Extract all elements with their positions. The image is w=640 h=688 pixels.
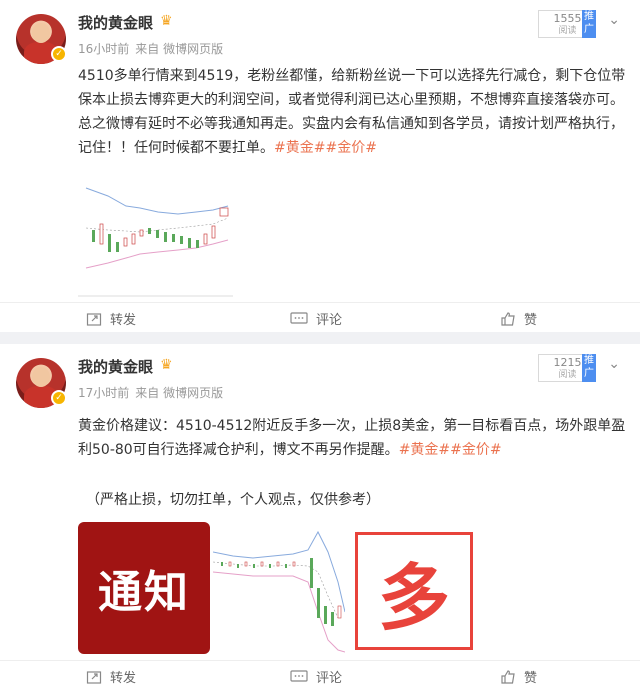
- post-text: 黄金价格建议：4510-4512附近反手多一次，止损8美金，第一目标看百点，场外…: [78, 414, 630, 462]
- chart-image[interactable]: [78, 168, 233, 300]
- notice-image[interactable]: 通知: [78, 522, 210, 654]
- like-label: 赞: [524, 671, 538, 686]
- comment-button[interactable]: 评论: [290, 667, 342, 686]
- topic-link[interactable]: #黄金##金价#: [274, 140, 377, 156]
- post-card-1: ✓ 我的黄金眼 ♛ 16小时前 来自 微博网页版 1555 阅读 推广 ⌄ 451…: [0, 0, 640, 332]
- verified-badge-icon: ✓: [51, 46, 67, 62]
- comment-icon: [290, 669, 308, 682]
- post-body: 黄金价格建议：4510-4512附近反手多一次，止损8美金，第一目标看百点，场外…: [78, 418, 626, 458]
- topic-link[interactable]: #黄金##金价#: [399, 442, 502, 458]
- repost-button[interactable]: 转发: [86, 667, 136, 686]
- crown-icon: ♛: [160, 357, 173, 373]
- chevron-down-icon[interactable]: ⌄: [608, 356, 620, 372]
- post-source: 来自 微博网页版: [135, 386, 224, 400]
- comment-button[interactable]: 评论: [290, 309, 342, 328]
- like-label: 赞: [524, 313, 538, 328]
- comment-label: 评论: [316, 313, 343, 328]
- post-note: （严格止损，切勿扛单，个人观点，仅供参考）: [86, 492, 380, 508]
- post-meta: 16小时前 来自 微博网页版: [78, 40, 229, 57]
- post-source: 来自 微博网页版: [135, 42, 224, 56]
- thumbs-up-icon: [501, 311, 515, 326]
- duo-image[interactable]: 多: [355, 532, 473, 650]
- comment-label: 评论: [316, 671, 343, 686]
- username[interactable]: 我的黄金眼: [78, 356, 153, 377]
- crown-icon: ♛: [160, 13, 173, 29]
- repost-button[interactable]: 转发: [86, 309, 136, 328]
- chart-image[interactable]: [213, 522, 345, 654]
- comment-icon: [290, 311, 308, 324]
- repost-icon: [86, 670, 102, 684]
- repost-icon: [86, 312, 102, 326]
- like-button[interactable]: 赞: [500, 309, 537, 328]
- verified-badge-icon: ✓: [51, 390, 67, 406]
- promo-button[interactable]: 推广: [582, 10, 596, 38]
- action-bar: 转发 评论 赞: [0, 660, 640, 688]
- promo-button[interactable]: 推广: [582, 354, 596, 382]
- post-time[interactable]: 16小时前: [78, 42, 129, 56]
- repost-label: 转发: [110, 313, 137, 328]
- repost-label: 转发: [110, 671, 137, 686]
- action-bar: 转发 评论 赞: [0, 302, 640, 330]
- post-meta: 17小时前 来自 微博网页版: [78, 384, 229, 401]
- username[interactable]: 我的黄金眼: [78, 12, 153, 33]
- post-text: 4510多单行情来到4519，老粉丝都懂，给新粉丝说一下可以选择先行减仓，剩下仓…: [78, 64, 630, 160]
- post-time[interactable]: 17小时前: [78, 386, 129, 400]
- like-button[interactable]: 赞: [500, 667, 537, 686]
- thumbs-up-icon: [501, 669, 515, 684]
- chevron-down-icon[interactable]: ⌄: [608, 12, 620, 28]
